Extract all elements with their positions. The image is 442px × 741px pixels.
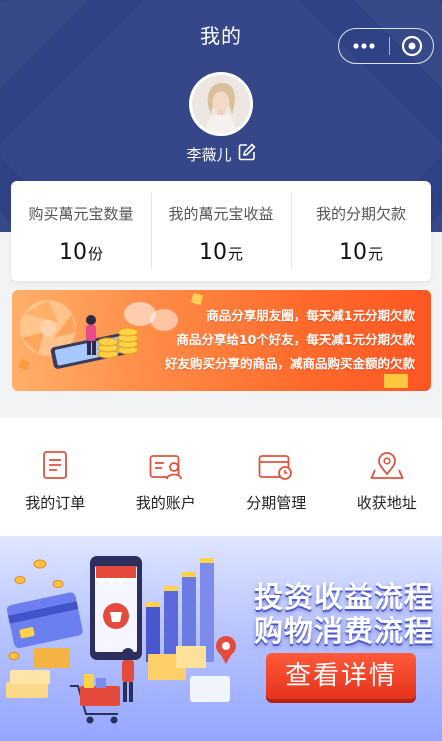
promo-line: 商品分享朋友圈，每天减1元分期欠款 <box>206 308 415 323</box>
stat-earnings[interactable]: 我的萬元宝收益 10元 <box>151 181 291 281</box>
process-banner[interactable]: 投资收益流程 购物消费流程 查看详情 <box>0 536 442 741</box>
edit-icon[interactable] <box>238 143 256 165</box>
avatar[interactable] <box>189 72 253 136</box>
menu-label: 我的订单 <box>25 494 86 512</box>
user-name: 李薇儿 <box>186 145 232 164</box>
promo-line: 好友购买分享的商品，减商品购买金额的欠款 <box>164 356 415 371</box>
account-icon <box>111 446 222 480</box>
stat-label: 我的分期欠款 <box>315 205 406 223</box>
more-dots-icon[interactable] <box>339 29 389 63</box>
location-icon <box>332 446 442 480</box>
menu-item-account[interactable]: 我的账户 <box>111 418 222 536</box>
promo-text: 商品分享朋友圈，每天减1元分期欠款 商品分享给10个好友，每天减1元分期欠款 好… <box>165 304 415 376</box>
order-icon <box>0 446 111 480</box>
mini-program-capsule <box>338 28 434 64</box>
menu-label: 分期管理 <box>246 494 307 512</box>
stat-value: 10份 <box>58 240 103 265</box>
menu-item-orders[interactable]: 我的订单 <box>0 418 111 536</box>
menu-item-installment[interactable]: 分期管理 <box>221 418 332 536</box>
menu-label: 收获地址 <box>356 494 417 512</box>
target-circle-icon[interactable] <box>390 29 433 63</box>
menu-item-address[interactable]: 收获地址 <box>332 418 442 536</box>
promo-line: 商品分享给10个好友，每天减1元分期欠款 <box>176 332 415 347</box>
shopping-illustration <box>6 556 236 724</box>
stat-value: 10元 <box>198 240 243 265</box>
menu-label: 我的账户 <box>135 494 196 512</box>
stat-installment-debt[interactable]: 我的分期欠款 10元 <box>291 181 431 281</box>
stat-value: 10元 <box>338 240 383 265</box>
stats-card: 购买萬元宝数量 10份 我的萬元宝收益 10元 我的分期欠款 10元 <box>11 181 431 281</box>
stat-label: 我的萬元宝收益 <box>168 205 274 223</box>
installment-icon <box>221 446 332 480</box>
quick-menu: 我的订单 我的账户 分期管理 收获地址 <box>0 418 442 536</box>
user-name-row: 李薇儿 <box>0 143 442 165</box>
banner-line-2: 购物消费流程 <box>254 614 435 648</box>
view-details-button[interactable]: 查看详情 <box>266 653 416 699</box>
share-promo-banner[interactable]: 商品分享朋友圈，每天减1元分期欠款 商品分享给10个好友，每天减1元分期欠款 好… <box>12 290 431 391</box>
stat-label: 购买萬元宝数量 <box>28 205 134 223</box>
stat-purchase-count[interactable]: 购买萬元宝数量 10份 <box>11 181 151 281</box>
